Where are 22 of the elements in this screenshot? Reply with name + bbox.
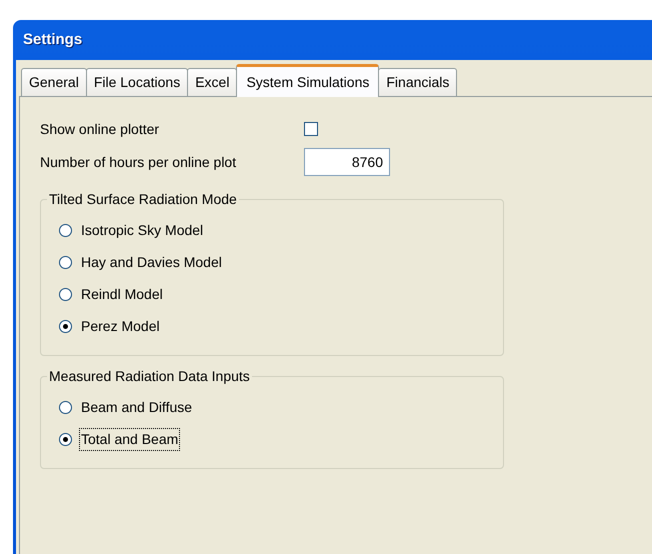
tab[interactable]: Financials — [378, 68, 458, 96]
field-label: Number of hours per online plot — [40, 152, 238, 172]
radio-label: Reindl Model — [80, 285, 164, 304]
checkbox-label: Show online plotter — [40, 120, 160, 139]
window-title: Settings — [23, 30, 82, 50]
radio-button[interactable] — [59, 401, 72, 414]
radio-label: Beam and Diffuse — [80, 398, 194, 417]
tab[interactable]: Excel — [187, 68, 238, 96]
checkbox[interactable] — [304, 122, 318, 136]
radio-button[interactable] — [59, 320, 72, 333]
radio-button[interactable] — [59, 433, 72, 446]
radio-label: Hay and Davies Model — [80, 253, 223, 272]
radio-label: Isotropic Sky Model — [80, 221, 204, 240]
tab[interactable]: File Locations — [86, 68, 188, 96]
radio-button[interactable] — [59, 224, 72, 237]
radio-label: Total and Beam — [80, 429, 180, 450]
tab[interactable]: System Simulations — [236, 64, 380, 97]
hours-input-field[interactable]: 8760 — [304, 148, 390, 176]
tab[interactable]: General — [21, 68, 87, 96]
radio-label: Perez Model — [80, 317, 161, 336]
radio-button[interactable] — [59, 256, 72, 269]
radio-button[interactable] — [59, 288, 72, 301]
